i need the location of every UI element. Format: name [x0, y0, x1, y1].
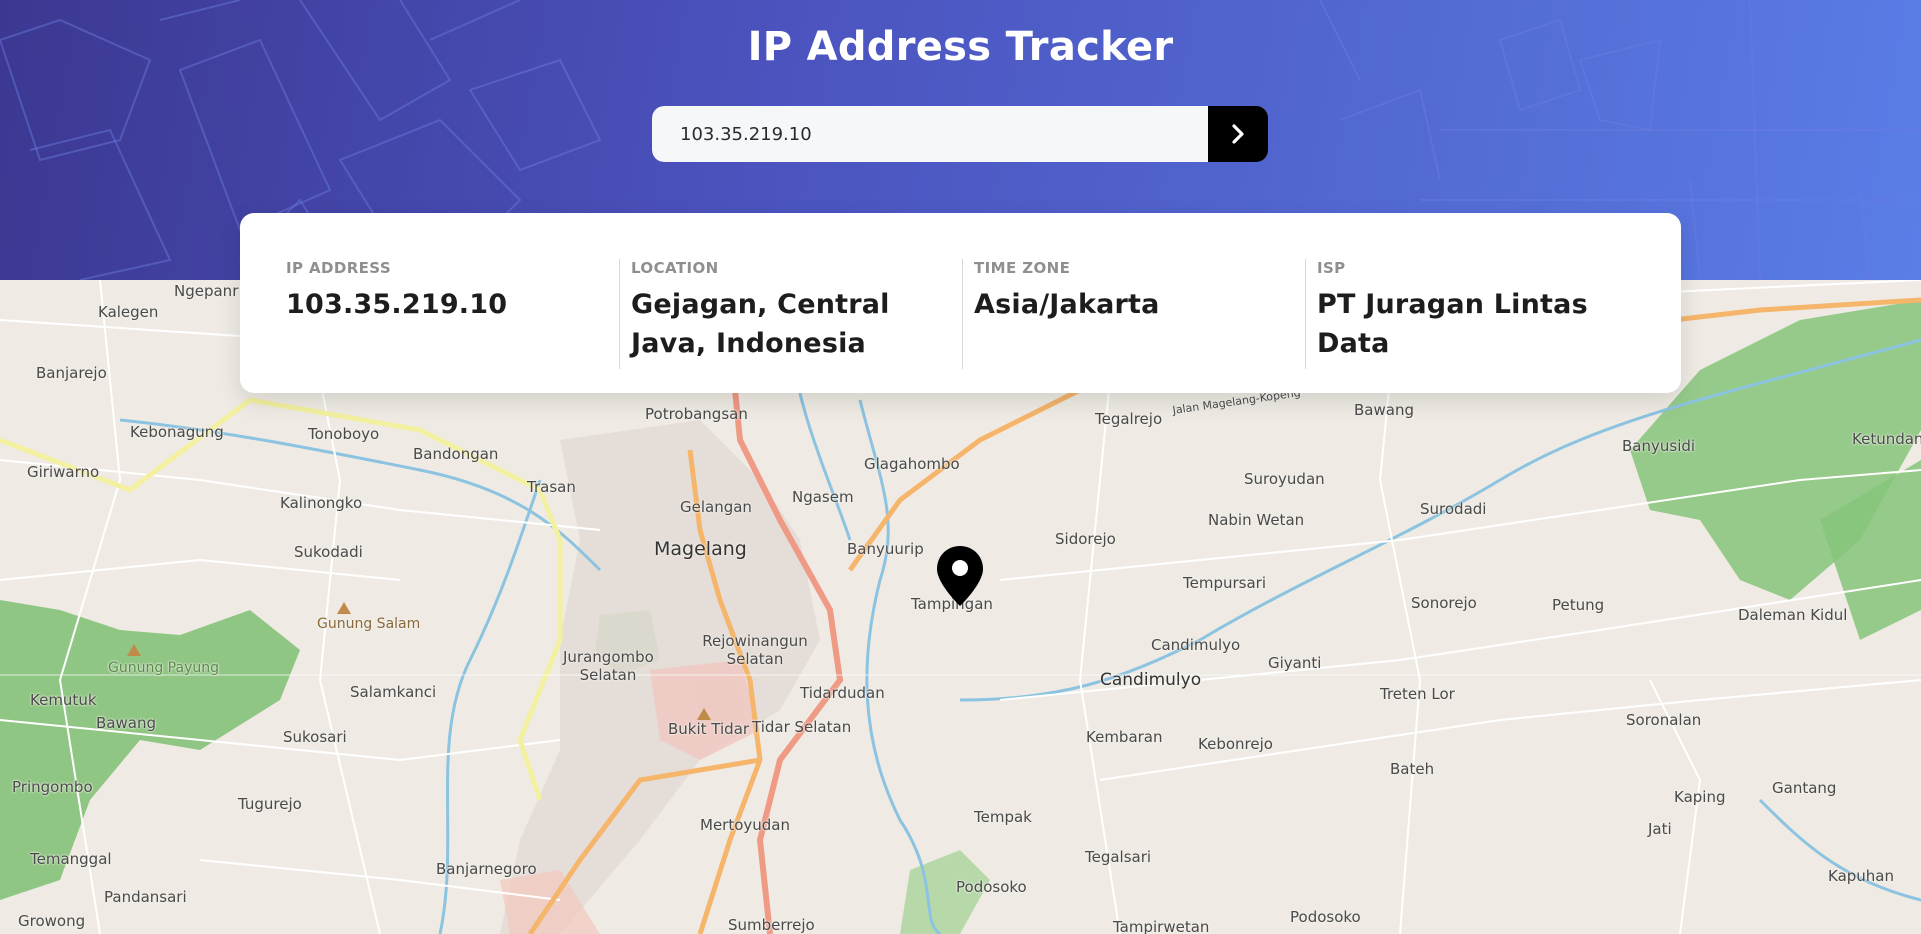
map-label-jurangombo-selatan: Jurangombo Selatan — [563, 648, 654, 684]
location-value: Gejagan, Central Java, Indonesia — [631, 289, 890, 359]
map-label-candimulyo: Candimulyo — [1100, 670, 1202, 690]
location-pin-icon — [937, 546, 983, 606]
isp-section: ISP PT Juragan Lintas Data — [1305, 247, 1681, 393]
map-label-tampirwetan: Tampirwetan — [1113, 918, 1210, 934]
ip-search-input[interactable] — [652, 106, 1208, 162]
map-label-sukosari: Sukosari — [283, 728, 347, 746]
map-label-sumberrejo: Sumberrejo — [728, 916, 815, 934]
map-label-kembaran: Kembaran — [1086, 728, 1163, 746]
map-label-sonorejo: Sonorejo — [1411, 594, 1477, 612]
chevron-right-icon — [1232, 124, 1244, 144]
timezone-label: Time Zone — [974, 259, 1071, 277]
ip-address-section: IP Address 103.35.219.10 — [240, 247, 619, 393]
map-label-suroyudan: Suroyudan — [1244, 470, 1325, 488]
map-label-salamkanci: Salamkanci — [350, 683, 437, 701]
map-label-surodadi: Surodadi — [1420, 500, 1487, 518]
map-label-pandansari: Pandansari — [104, 888, 187, 906]
map-label-banyusidi: Banyusidi — [1622, 437, 1696, 455]
map-label-pringombo: Pringombo — [12, 778, 93, 796]
ip-address-label: IP Address — [286, 259, 392, 277]
map-label-sidorejo: Sidorejo — [1055, 530, 1116, 548]
map-label-podosoko: Podosoko — [956, 878, 1027, 896]
map-label-temanggal: Temanggal — [30, 850, 112, 868]
map-label-kalegen: Kalegen — [98, 303, 159, 321]
map-label-giyanti: Giyanti — [1268, 654, 1322, 672]
map-label-bandongan: Bandongan — [413, 445, 499, 463]
map-label-nabin-wetan: Nabin Wetan — [1208, 511, 1305, 529]
map-label-gunung-payung: Gunung Payung — [108, 660, 219, 676]
map-label-kaping: Kaping — [1674, 788, 1726, 806]
map-label-potrobangsan: Potrobangsan — [645, 405, 748, 423]
map-label-bateh: Bateh — [1390, 760, 1435, 778]
map-label-ngasem: Ngasem — [792, 488, 854, 506]
map-label-kebonrejo: Kebonrejo — [1198, 735, 1273, 753]
map-label-kemutuk: Kemutuk — [30, 691, 97, 709]
location-marker[interactable] — [935, 544, 985, 612]
isp-value: PT Juragan Lintas Data — [1317, 289, 1588, 359]
timezone-value: Asia/Jakarta — [974, 289, 1160, 320]
map-label-banyuurip: Banyuurip — [847, 540, 924, 558]
map-label-bukit-tidar: Bukit Tidar — [668, 720, 750, 738]
map-label-rejowinangun-selatan: Rejowinangun Selatan — [702, 632, 808, 668]
map-label-treten-lor: Treten Lor — [1380, 685, 1455, 703]
map-label-kalinongko: Kalinongko — [280, 494, 363, 512]
timezone-section: Time Zone Asia/Jakarta — [962, 247, 1305, 393]
map-label-gantang: Gantang — [1772, 779, 1837, 797]
map-label-glagahombo: Glagahombo — [864, 455, 960, 473]
map-label-bawang-east: Bawang — [1354, 401, 1414, 419]
map-label-mertoyudan: Mertoyudan — [700, 816, 790, 834]
map-label-petung: Petung — [1552, 596, 1605, 614]
map-label-tempak: Tempak — [974, 808, 1032, 826]
map-label-ketundan: Ketundan — [1852, 430, 1921, 448]
map-label-tonoboyo: Tonoboyo — [308, 425, 380, 443]
map-label-magelang: Magelang — [654, 538, 747, 560]
map-label-growong: Growong — [18, 912, 86, 930]
map-label-tempursari: Tempursari — [1183, 574, 1266, 592]
map-label-kebonagung: Kebonagung — [130, 423, 224, 441]
map-label-kapuhan: Kapuhan — [1828, 867, 1894, 885]
map-label-banjarejo: Banjarejo — [36, 364, 107, 382]
map-label-tidar-selatan: Tidar Selatan — [752, 718, 852, 736]
map-label-jati: Jati — [1648, 820, 1672, 838]
map-label-giriwarno: Giriwarno — [27, 463, 100, 481]
location-label: Location — [631, 259, 719, 277]
map-label-trasan: Trasan — [527, 478, 576, 496]
search-submit-button[interactable] — [1208, 106, 1268, 162]
map-label-gelangan: Gelangan — [680, 498, 752, 516]
map-label-tugurejo: Tugurejo — [238, 795, 302, 813]
map-label-daleman-kidul: Daleman Kidul — [1738, 606, 1848, 624]
map-label-gunung-salam: Gunung Salam — [317, 616, 421, 632]
map-label-bawang-west: Bawang — [96, 714, 156, 732]
ip-search-form — [652, 106, 1268, 162]
isp-label: ISP — [1317, 259, 1346, 277]
map-label-podosoko-east: Podosoko — [1290, 908, 1361, 926]
map-label-candimulyo-small: Candimulyo — [1151, 636, 1241, 654]
ip-info-card: IP Address 103.35.219.10 Location Gejaga… — [240, 213, 1681, 393]
map-label-tidardudan: Tidardudan — [800, 684, 885, 702]
page-title: IP Address Tracker — [747, 24, 1174, 70]
map-label-tegalsari: Tegalsari — [1085, 848, 1152, 866]
map-label-ngepanr: Ngepanr — [174, 282, 239, 300]
map-label-banjarnegoro: Banjarnegoro — [436, 860, 537, 878]
location-section: Location Gejagan, Central Java, Indonesi… — [619, 247, 962, 393]
map-label-sukodadi: Sukodadi — [294, 543, 363, 561]
map-label-tegalrejo: Tegalrejo — [1095, 410, 1163, 428]
ip-address-value: 103.35.219.10 — [286, 289, 508, 320]
map-label-soronalan: Soronalan — [1626, 711, 1702, 729]
